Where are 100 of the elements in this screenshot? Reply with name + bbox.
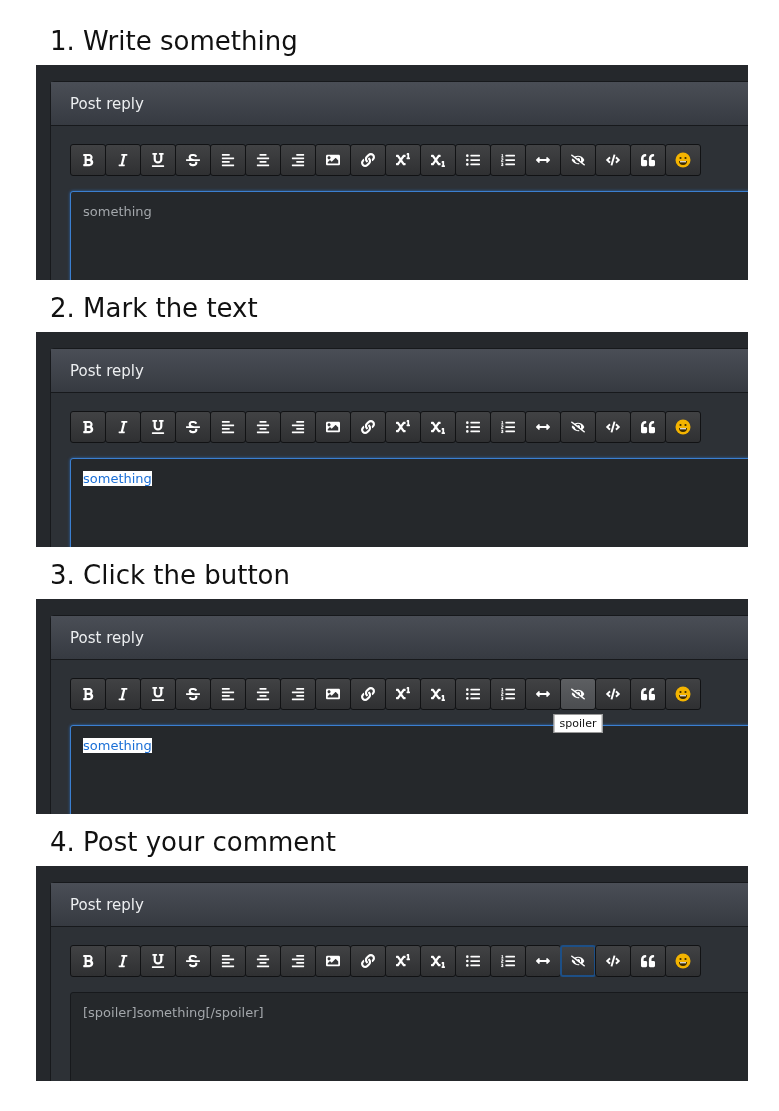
bold-button[interactable] [70,678,106,710]
link-button[interactable] [350,144,386,176]
align-right-button[interactable] [280,144,316,176]
emoji-button[interactable] [665,411,701,443]
align-left-button[interactable] [210,945,246,977]
subscript-button[interactable] [420,144,456,176]
underline-icon [151,153,165,167]
horizontal-rule-button[interactable] [525,678,561,710]
numbered-list-button[interactable] [490,144,526,176]
bold-button[interactable] [70,144,106,176]
bold-button[interactable] [70,945,106,977]
eye-slash-icon [571,687,585,701]
numbered-list-icon [501,420,515,434]
align-left-icon [221,954,235,968]
emoji-button[interactable] [665,678,701,710]
strikethrough-button[interactable] [175,411,211,443]
quote-button[interactable] [630,144,666,176]
italic-icon [116,420,130,434]
image-icon [326,954,340,968]
numbered-list-icon [501,687,515,701]
step-heading: 3. Click the button [50,559,290,592]
strikethrough-button[interactable] [175,945,211,977]
strikethrough-icon [186,954,200,968]
underline-button[interactable] [140,945,176,977]
spoiler-button[interactable] [560,945,596,977]
italic-button[interactable] [105,411,141,443]
underline-button[interactable] [140,678,176,710]
align-center-button[interactable] [245,411,281,443]
align-right-button[interactable] [280,945,316,977]
bold-icon [81,153,95,167]
italic-button[interactable] [105,144,141,176]
align-right-button[interactable] [280,678,316,710]
italic-button[interactable] [105,945,141,977]
bullet-list-button[interactable] [455,411,491,443]
italic-icon [116,687,130,701]
spoiler-button[interactable] [560,144,596,176]
bullet-list-button[interactable] [455,945,491,977]
text-area[interactable]: something [70,458,748,547]
bold-button[interactable] [70,411,106,443]
code-button[interactable] [595,144,631,176]
underline-icon [151,687,165,701]
bullet-list-button[interactable] [455,678,491,710]
bullet-list-icon [466,954,480,968]
quote-button[interactable] [630,945,666,977]
bullet-list-button[interactable] [455,144,491,176]
spoiler-button[interactable] [560,411,596,443]
superscript-button[interactable] [385,144,421,176]
bullet-list-icon [466,687,480,701]
code-button[interactable] [595,411,631,443]
quote-button[interactable] [630,678,666,710]
subscript-button[interactable] [420,678,456,710]
quote-icon [641,153,655,167]
emoji-button[interactable] [665,945,701,977]
horizontal-rule-button[interactable] [525,144,561,176]
link-button[interactable] [350,678,386,710]
link-button[interactable] [350,945,386,977]
text-area[interactable]: something [70,191,748,280]
image-button[interactable] [315,144,351,176]
code-button[interactable] [595,945,631,977]
italic-button[interactable] [105,678,141,710]
align-center-button[interactable] [245,144,281,176]
image-button[interactable] [315,411,351,443]
link-icon [361,687,375,701]
spoiler-button[interactable] [560,678,596,710]
image-button[interactable] [315,678,351,710]
align-left-button[interactable] [210,678,246,710]
horizontal-rule-button[interactable] [525,945,561,977]
align-right-icon [291,954,305,968]
underline-button[interactable] [140,411,176,443]
align-right-button[interactable] [280,411,316,443]
strikethrough-button[interactable] [175,678,211,710]
emoji-button[interactable] [665,144,701,176]
strikethrough-icon [186,153,200,167]
subscript-button[interactable] [420,945,456,977]
align-left-button[interactable] [210,144,246,176]
code-icon [606,420,620,434]
strikethrough-button[interactable] [175,144,211,176]
text-area[interactable]: [spoiler]something[/spoiler] [70,992,748,1081]
tooltip: spoiler [553,714,603,733]
numbered-list-button[interactable] [490,411,526,443]
numbered-list-icon [501,954,515,968]
subscript-icon [431,153,445,167]
link-button[interactable] [350,411,386,443]
code-button[interactable] [595,678,631,710]
align-left-button[interactable] [210,411,246,443]
align-center-icon [256,687,270,701]
align-center-button[interactable] [245,945,281,977]
horizontal-rule-button[interactable] [525,411,561,443]
numbered-list-button[interactable] [490,678,526,710]
numbered-list-button[interactable] [490,945,526,977]
underline-button[interactable] [140,144,176,176]
superscript-button[interactable] [385,411,421,443]
superscript-button[interactable] [385,945,421,977]
bold-icon [81,687,95,701]
superscript-button[interactable] [385,678,421,710]
smiley-icon [675,152,691,168]
quote-button[interactable] [630,411,666,443]
align-center-button[interactable] [245,678,281,710]
image-button[interactable] [315,945,351,977]
subscript-button[interactable] [420,411,456,443]
